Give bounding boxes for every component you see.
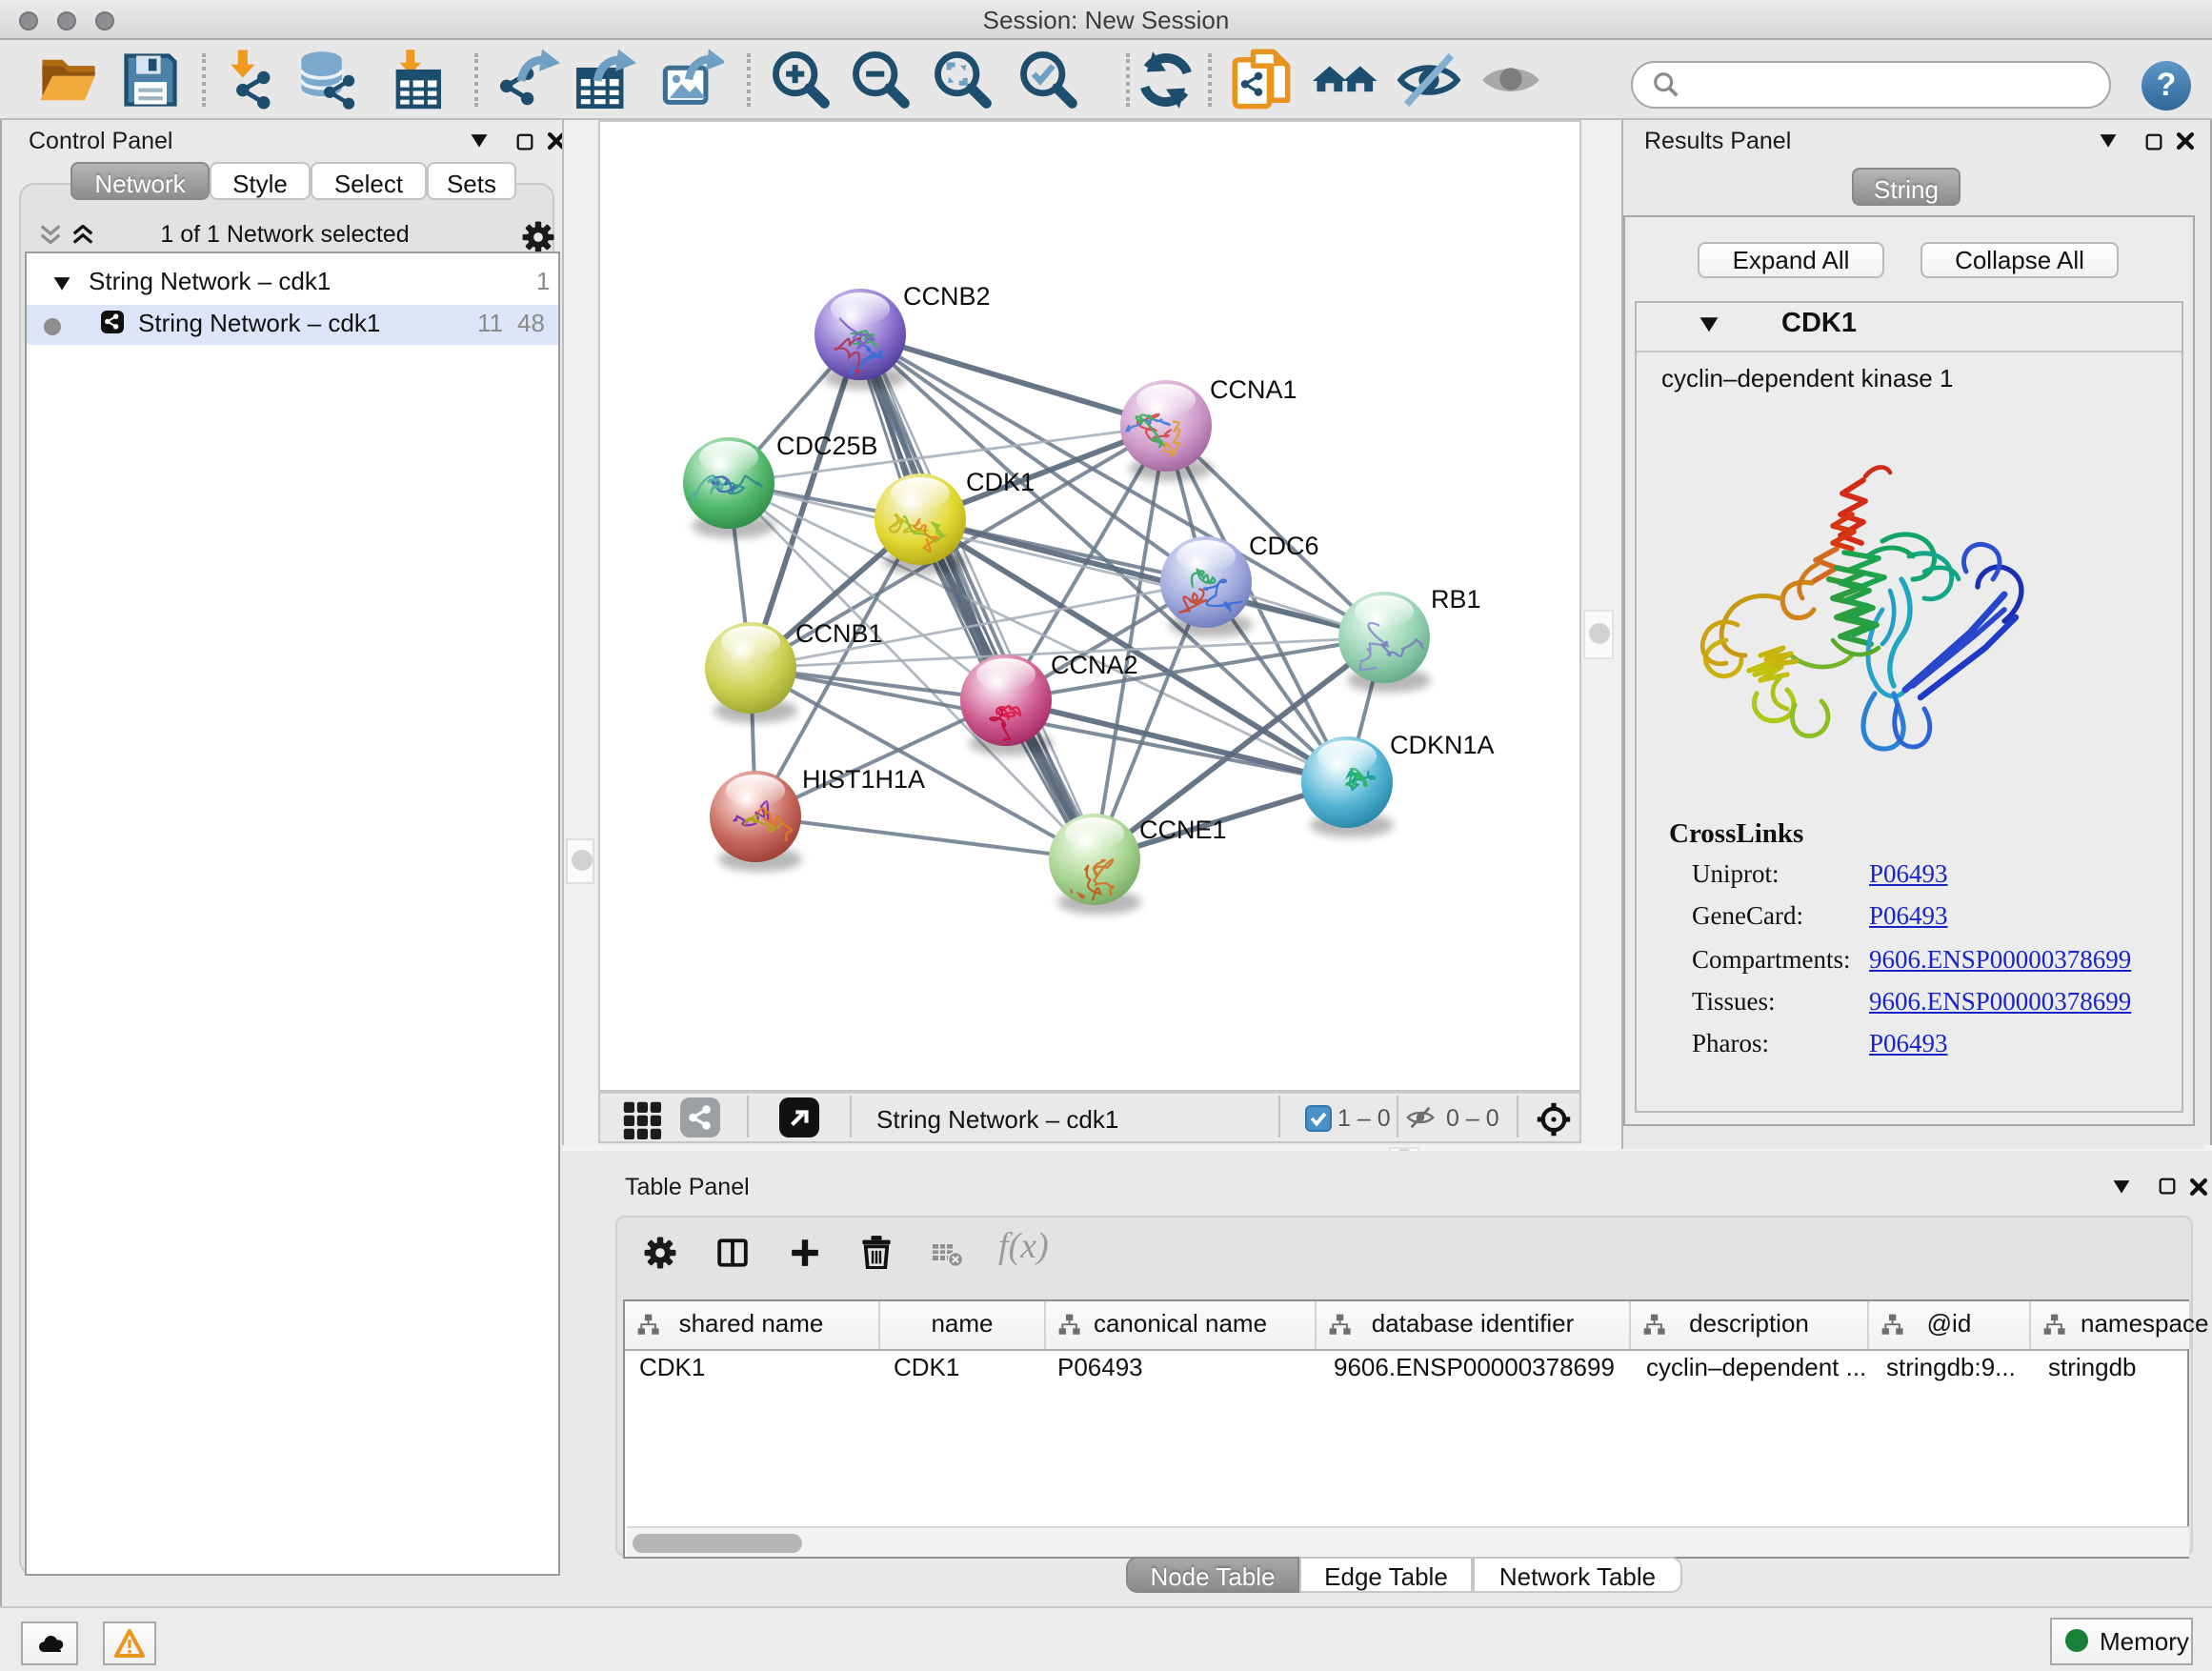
svg-text:RB1: RB1 — [1431, 585, 1481, 614]
svg-text:CCNE1: CCNE1 — [1139, 815, 1227, 844]
svg-text:HIST1H1A: HIST1H1A — [802, 765, 925, 794]
svg-text:CDKN1A: CDKN1A — [1390, 731, 1495, 759]
svg-text:CCNB2: CCNB2 — [903, 282, 991, 311]
svg-text:CDC25B: CDC25B — [776, 432, 878, 460]
svg-text:CCNB1: CCNB1 — [795, 619, 883, 648]
svg-text:CCNA2: CCNA2 — [1051, 651, 1138, 679]
svg-text:CCNA1: CCNA1 — [1210, 375, 1297, 404]
svg-text:CDK1: CDK1 — [966, 468, 1035, 496]
svg-text:CDC6: CDC6 — [1249, 532, 1319, 560]
